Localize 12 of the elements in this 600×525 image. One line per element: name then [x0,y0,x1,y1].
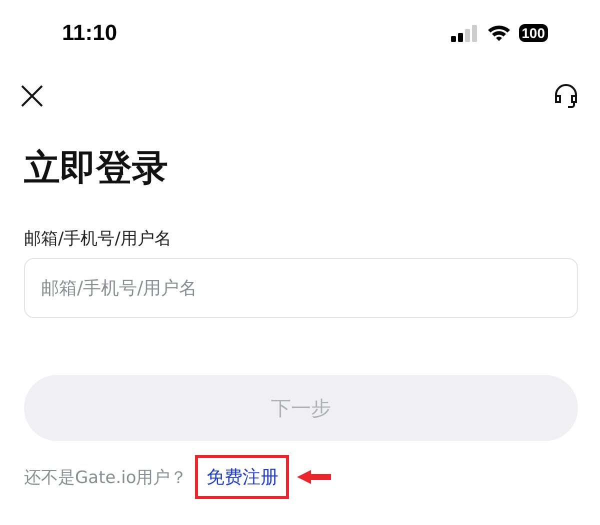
wifi-icon [486,24,511,42]
field-label: 邮箱/手机号/用户名 [24,228,172,250]
headset-icon[interactable] [552,82,580,110]
close-icon[interactable] [20,84,44,108]
signup-prompt: 还不是Gate.io用户？ [24,466,188,488]
signal-icon [450,24,479,42]
page-title: 立即登录 [24,147,169,191]
signup-link[interactable]: 免费注册 [195,455,290,499]
status-time: 11:10 [62,20,118,46]
account-input-field[interactable]: 邮箱/手机号/用户名 [24,258,578,318]
battery-indicator: 100 [518,24,548,42]
arrow-icon [297,470,332,484]
